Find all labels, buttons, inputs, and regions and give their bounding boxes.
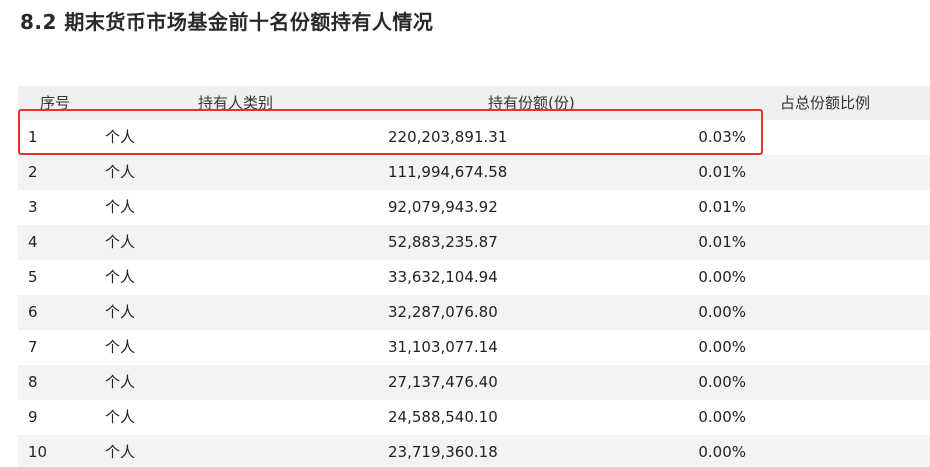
cell-holder-type: 个人 [105, 233, 136, 251]
cell-index: 2 [28, 163, 38, 181]
table-row: 7 个人 31,103,077.14 0.00% [18, 330, 930, 365]
cell-index: 10 [28, 443, 48, 461]
cell-index: 3 [28, 198, 38, 216]
cell-shares: 92,079,943.92 [388, 198, 498, 216]
cell-holder-type: 个人 [105, 408, 136, 426]
cell-holder-type: 个人 [105, 443, 136, 461]
cell-index: 5 [28, 268, 38, 286]
table-row: 5 个人 33,632,104.94 0.00% [18, 260, 930, 295]
table-row: 6 个人 32,287,076.80 0.00% [18, 295, 930, 330]
cell-ratio: 0.00% [698, 443, 746, 461]
cell-ratio: 0.00% [698, 268, 746, 286]
cell-shares: 52,883,235.87 [388, 233, 498, 251]
table-row: 9 个人 24,588,540.10 0.00% [18, 400, 930, 435]
top-ten-holders-table: 序号 持有人类别 持有份额(份) 占总份额比例 1 个人 220,203,891.3… [18, 86, 930, 467]
table-row: 3 个人 92,079,943.92 0.01% [18, 190, 930, 225]
section-title: 8.2 期末货币市场基金前十名份额持有人情况 [20, 10, 434, 34]
cell-ratio: 0.01% [698, 163, 746, 181]
table-row: 10 个人 23,719,360.18 0.00% [18, 435, 930, 467]
cell-holder-type: 个人 [105, 163, 136, 181]
cell-index: 6 [28, 303, 38, 321]
cell-index: 4 [28, 233, 38, 251]
cell-index: 7 [28, 338, 38, 356]
header-index: 序号 [40, 94, 71, 112]
table-row: 2 个人 111,994,674.58 0.01% [18, 155, 930, 190]
cell-holder-type: 个人 [105, 198, 136, 216]
cell-shares: 23,719,360.18 [388, 443, 498, 461]
cell-holder-type: 个人 [105, 128, 136, 146]
cell-shares: 220,203,891.31 [388, 128, 508, 146]
cell-ratio: 0.00% [698, 303, 746, 321]
header-shares: 持有份额(份) [488, 94, 575, 112]
cell-shares: 33,632,104.94 [388, 268, 498, 286]
cell-shares: 27,137,476.40 [388, 373, 498, 391]
cell-shares: 32,287,076.80 [388, 303, 498, 321]
cell-holder-type: 个人 [105, 303, 136, 321]
cell-ratio: 0.00% [698, 408, 746, 426]
cell-shares: 31,103,077.14 [388, 338, 498, 356]
table-header: 序号 持有人类别 持有份额(份) 占总份额比例 [18, 86, 930, 120]
table-row: 1 个人 220,203,891.31 0.03% [18, 120, 930, 155]
table-body: 1 个人 220,203,891.31 0.03% 2 个人 111,994,674.58 0… [18, 120, 930, 467]
cell-shares: 24,588,540.10 [388, 408, 498, 426]
header-ratio: 占总份额比例 [780, 94, 871, 112]
cell-ratio: 0.00% [698, 338, 746, 356]
cell-ratio: 0.01% [698, 198, 746, 216]
cell-ratio: 0.03% [698, 128, 746, 146]
cell-index: 8 [28, 373, 38, 391]
header-holder-type: 持有人类别 [198, 94, 274, 112]
cell-holder-type: 个人 [105, 373, 136, 391]
cell-shares: 111,994,674.58 [388, 163, 508, 181]
cell-holder-type: 个人 [105, 338, 136, 356]
cell-ratio: 0.00% [698, 373, 746, 391]
table-row: 4 个人 52,883,235.87 0.01% [18, 225, 930, 260]
table-row: 8 个人 27,137,476.40 0.00% [18, 365, 930, 400]
cell-holder-type: 个人 [105, 268, 136, 286]
cell-ratio: 0.01% [698, 233, 746, 251]
cell-index: 9 [28, 408, 38, 426]
cell-index: 1 [28, 128, 38, 146]
